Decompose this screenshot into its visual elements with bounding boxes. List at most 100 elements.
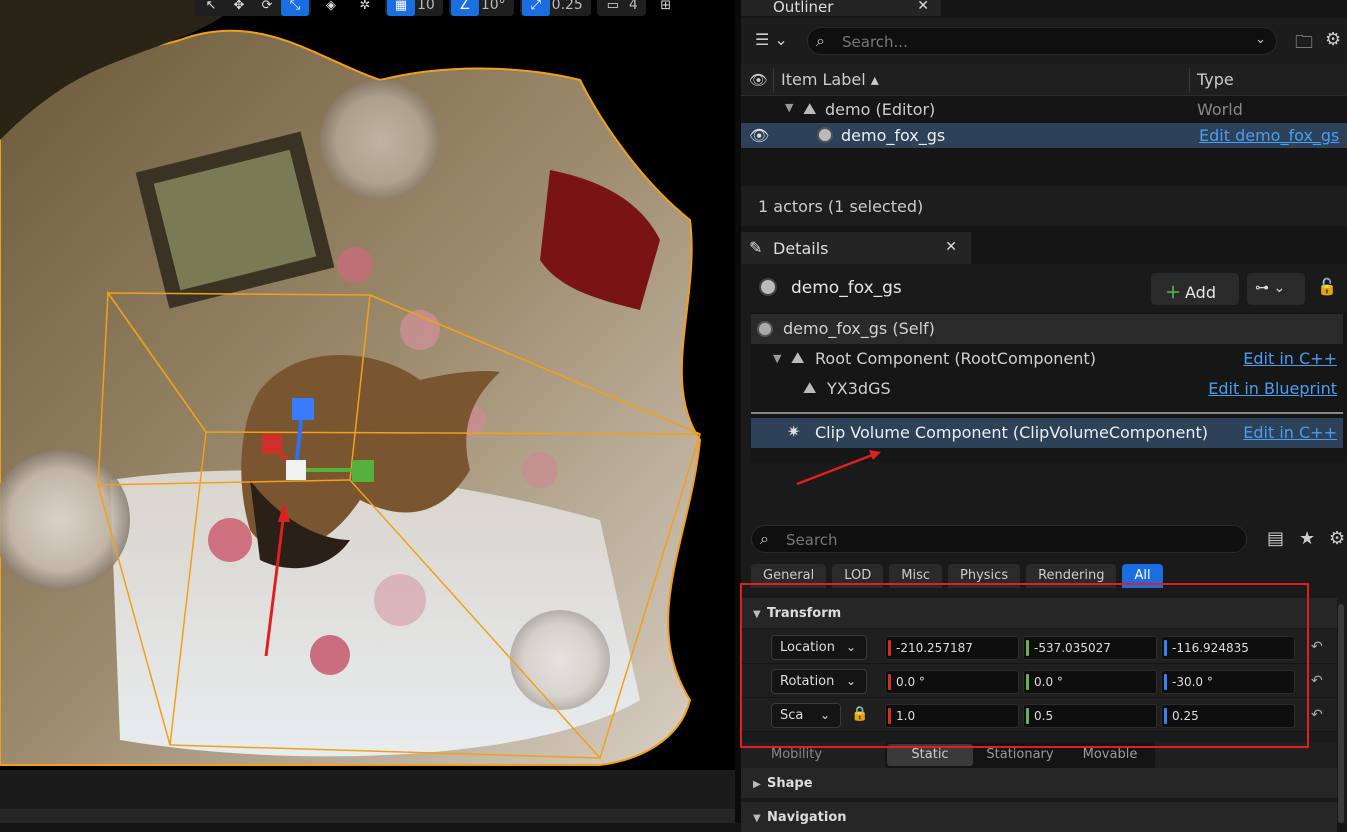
grid-snap-value[interactable]: 10 [415,0,441,13]
add-component-button[interactable]: ＋ Add [1151,273,1239,305]
edit-in-cpp-link[interactable]: Edit in C++ [1243,349,1337,368]
filter-tab-rendering[interactable]: Rendering [1026,564,1117,588]
blueprint-options-button[interactable]: ⊶ ⌄ [1247,273,1305,305]
section-transform[interactable]: ▼ Transform [741,598,1337,628]
camera-speed-value[interactable]: 4 [627,0,644,13]
rotation-dropdown[interactable]: Rotation ⌄ [771,669,867,694]
edit-in-blueprint-link[interactable]: Edit in Blueprint [1208,379,1337,398]
star-icon[interactable]: ★ [1299,528,1315,549]
viewport-layout-icon[interactable]: ⊞ [652,0,680,16]
filter-tab-physics[interactable]: Physics [948,564,1021,588]
rotation-y-field[interactable]: 0.0 ° [1023,670,1157,694]
filter-tab-general[interactable]: General [751,564,827,588]
collapse-arrow-icon: ▼ [753,813,761,824]
chevron-down-icon[interactable]: ⌄ [1255,32,1266,47]
component-row-self[interactable]: demo_fox_gs (Self) [751,314,1343,344]
section-navigation[interactable]: ▼ Navigation [741,802,1337,832]
gear-icon[interactable]: ⚙ [1329,528,1345,549]
actor-icon [817,127,833,143]
location-y-field[interactable]: -537.035027 [1023,636,1157,660]
viewport-scene[interactable] [0,0,735,770]
rotation-x-field[interactable]: 0.0 ° [885,670,1019,694]
outliner-status: 1 actors (1 selected) [741,186,1347,226]
location-dropdown[interactable]: Location ⌄ [771,635,867,660]
rotation-z-field[interactable]: -30.0 ° [1161,670,1295,694]
component-tree: demo_fox_gs (Self) ▼ ⛰ Root Component (R… [751,312,1347,486]
angle-snap-group: ∠ 10° [448,0,514,16]
mobility-stationary-button[interactable]: Stationary [975,744,1065,766]
add-folder-icon[interactable]: 🗀 [1295,30,1313,60]
lock-icon[interactable]: 🔒 [851,706,868,722]
scale-x-field[interactable]: 1.0 [885,704,1019,728]
column-item-label[interactable]: Item Label ▴ [781,70,879,89]
mobility-static-button[interactable]: Static [887,744,973,766]
outliner-toolbar: ☰ ⌄ ⌕ Search... ⌄ 🗀 ⚙ [741,18,1347,64]
close-icon[interactable]: ✕ [917,0,929,14]
section-shape[interactable]: ▶ Shape [741,768,1337,798]
scale-z-field[interactable]: 0.25 [1161,704,1295,728]
outliner-search-input[interactable]: ⌕ Search... ⌄ [807,27,1277,55]
collapse-arrow-icon: ▼ [753,609,761,620]
search-placeholder: Search [786,531,838,549]
rotate-mode-icon[interactable]: ⟳ [253,0,281,16]
search-icon: ⌕ [816,31,825,50]
tab-outliner[interactable]: Outliner ✕ [741,0,941,16]
edit-actor-link[interactable]: Edit demo_fox_gs [1199,126,1339,145]
grid-snap-group: ▦ 10 [385,0,443,16]
component-label: Clip Volume Component (ClipVolumeCompone… [815,423,1208,442]
camera-speed-icon[interactable]: ▭ [599,0,627,16]
reset-icon[interactable]: ↶ [1311,673,1323,689]
scale-snap-icon[interactable]: ⤢ [521,0,550,16]
viewport-toolbar: ↖ ✥ ⟳ ⤡ ◈ ✲ ▦ 10 ∠ 10° ⤢ 0.25 ▭ 4 ⊞ [195,0,680,16]
mobility-movable-button[interactable]: Movable [1067,744,1153,766]
filter-tab-misc[interactable]: Misc [889,564,943,588]
translate-mode-icon[interactable]: ✥ [225,0,253,16]
clip-volume-icon: ✷ [787,422,801,441]
filter-tab-lod[interactable]: LOD [832,564,884,588]
tab-details[interactable]: ✎ Details ✕ [741,232,971,264]
component-row-root[interactable]: ▼ ⛰ Root Component (RootComponent) Edit … [751,344,1343,374]
select-mode-icon[interactable]: ↖ [197,0,225,16]
angle-snap-icon[interactable]: ∠ [450,0,479,16]
grid-snap-icon[interactable]: ▦ [387,0,415,16]
column-type[interactable]: Type [1197,70,1234,89]
outliner-row-world[interactable]: ▼ ⛰ demo (Editor) World [741,97,1347,122]
component-row-yx3dgs[interactable]: ⛰ YX3dGS Edit in Blueprint [751,374,1343,404]
actor-icon [757,321,773,337]
details-scrollbar[interactable] [1338,604,1344,823]
details-tab-label: Details [773,239,829,258]
chevron-down-icon: ⌄ [845,640,856,654]
collapse-arrow-icon[interactable]: ▼ [785,101,793,114]
scale-y-field[interactable]: 0.5 [1023,704,1157,728]
outliner-row-label: demo_fox_gs [841,126,946,145]
edit-in-cpp-link[interactable]: Edit in C++ [1243,423,1337,442]
location-x-field[interactable]: -210.257187 [885,636,1019,660]
filter-icon[interactable]: ☰ ⌄ [755,30,788,49]
bottom-strip [0,809,735,823]
filter-tab-all[interactable]: All [1122,564,1163,588]
close-icon[interactable]: ✕ [945,239,957,255]
outliner-row-actor[interactable]: 👁 demo_fox_gs Edit demo_fox_gs [741,123,1347,148]
scale-snap-group: ⤢ 0.25 [519,0,591,16]
reset-icon[interactable]: ↶ [1311,639,1323,655]
location-z-field[interactable]: -116.924835 [1161,636,1295,660]
reset-icon[interactable]: ↶ [1311,707,1323,723]
search-icon: ⌕ [760,529,769,548]
eye-icon[interactable]: 👁 [749,71,768,89]
coordinate-system-icon[interactable]: ◈ [317,0,345,16]
component-row-clip-volume[interactable]: ✷ Clip Volume Component (ClipVolumeCompo… [751,418,1343,448]
details-search-input[interactable]: ⌕ Search [751,525,1247,553]
table-view-icon[interactable]: ▤ [1267,528,1284,549]
scale-mode-icon[interactable]: ⤡ [281,0,309,16]
gear-icon[interactable]: ⚙ [1325,29,1341,50]
outliner-row-label: demo (Editor) [825,100,936,119]
collapse-arrow-icon[interactable]: ▼ [773,352,781,365]
scale-dropdown[interactable]: Sca ⌄ [771,703,841,728]
scale-snap-value[interactable]: 0.25 [550,0,589,13]
level-viewport[interactable]: ↖ ✥ ⟳ ⤡ ◈ ✲ ▦ 10 ∠ 10° ⤢ 0.25 ▭ 4 ⊞ [0,0,735,823]
surface-snap-icon[interactable]: ✲ [351,0,379,16]
property-rotation: Rotation ⌄ 0.0 ° 0.0 ° -30.0 ° ↶ [741,664,1337,698]
eye-icon[interactable]: 👁 [749,126,769,145]
lock-icon[interactable]: 🔓 [1317,277,1337,296]
angle-snap-value[interactable]: 10° [479,0,512,13]
